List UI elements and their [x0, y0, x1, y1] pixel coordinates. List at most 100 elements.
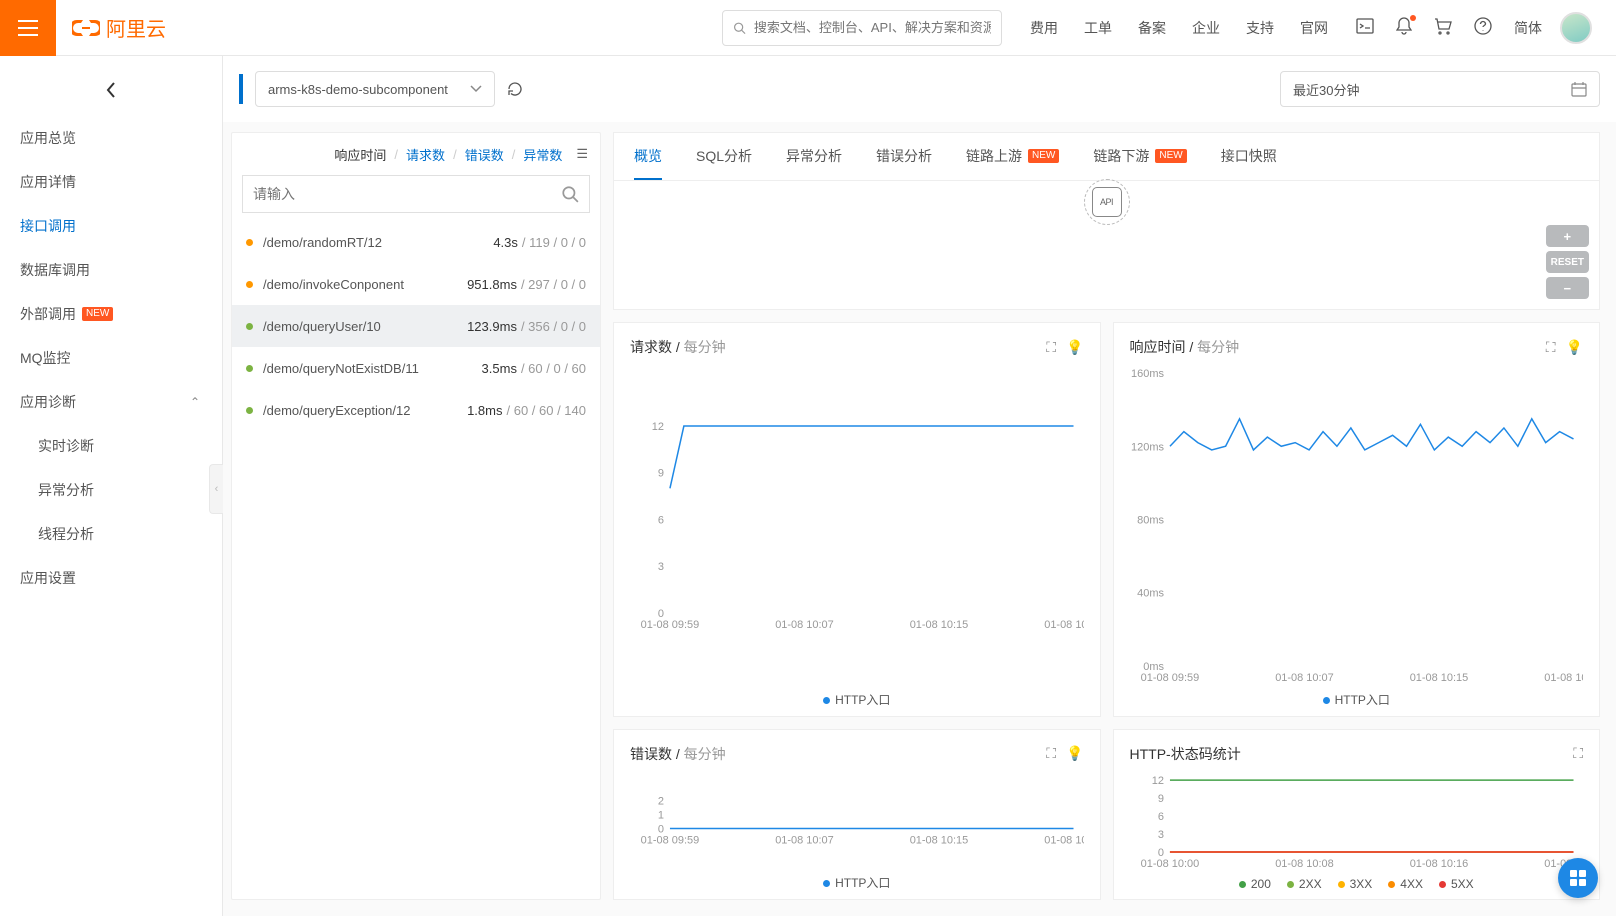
zoom-in-button[interactable]: + [1546, 225, 1589, 247]
sidebar-item[interactable]: 实时诊断 [0, 424, 222, 468]
detail-tabs-card: 概览SQL分析异常分析错误分析链路上游NEW链路下游NEW接口快照 API + … [613, 132, 1600, 310]
toolbar: arms-k8s-demo-subcomponent 最近30分钟 [223, 56, 1616, 122]
list-toggle-icon[interactable]: ☰ [576, 146, 588, 162]
sidebar-item[interactable]: 数据库调用 [0, 248, 222, 292]
toolbar-marker [239, 74, 243, 104]
refresh-icon[interactable] [507, 81, 523, 97]
detail-tab[interactable]: SQL分析 [696, 133, 752, 180]
sidebar: 应用总览应用详情接口调用数据库调用外部调用NEWMQ监控应用诊断⌃实时诊断异常分… [0, 56, 223, 916]
detail-tab[interactable]: 链路下游NEW [1093, 133, 1186, 180]
endpoint-row[interactable]: /demo/queryException/12 1.8ms / 60 / 60 … [232, 389, 600, 431]
link-support[interactable]: 支持 [1246, 18, 1274, 38]
sidebar-item[interactable]: 应用诊断⌃ [0, 380, 222, 424]
link-fee[interactable]: 费用 [1030, 18, 1058, 38]
calendar-icon [1571, 81, 1587, 97]
link-beian[interactable]: 备案 [1138, 18, 1166, 38]
brand-logo[interactable]: 阿里云 [72, 13, 166, 42]
svg-text:01-08 10:23: 01-08 10:23 [1044, 834, 1083, 846]
endpoint-row[interactable]: /demo/queryUser/10 123.9ms / 356 / 0 / 0 [232, 305, 600, 347]
detail-tab[interactable]: 链路上游NEW [966, 133, 1059, 180]
detail-panel: 概览SQL分析异常分析错误分析链路上游NEW链路下游NEW接口快照 API + … [613, 132, 1600, 900]
expand-icon[interactable]: ⛶ [1546, 339, 1556, 356]
global-search-input[interactable] [754, 20, 991, 35]
notification-dot [1410, 15, 1416, 21]
brand-text: 阿里云 [106, 13, 166, 42]
global-search[interactable] [722, 10, 1002, 46]
detail-tab[interactable]: 异常分析 [786, 133, 842, 180]
user-avatar[interactable] [1560, 12, 1592, 44]
svg-text:01-08 10:16: 01-08 10:16 [1409, 858, 1468, 870]
detail-tabs: 概览 SQL分析异常分析错误分析链路上游NEW 链路下游NEW 接口快照 [614, 133, 1599, 181]
bulb-icon[interactable]: 💡 [1066, 339, 1083, 356]
bulb-icon[interactable]: 💡 [1566, 339, 1583, 356]
sidebar-item[interactable]: 应用设置 [0, 556, 222, 600]
cart-icon[interactable] [1434, 17, 1452, 38]
sidebar-item[interactable]: 异常分析 [0, 468, 222, 512]
expand-icon[interactable]: ⛶ [1573, 745, 1583, 762]
sidebar-item[interactable]: 接口调用 [0, 204, 222, 248]
terminal-icon[interactable] [1356, 18, 1374, 37]
chart-title: 错误数 [630, 744, 672, 764]
sort-requests[interactable]: 请求数 [406, 145, 445, 164]
lang-switch[interactable]: 简体 [1514, 18, 1542, 38]
zoom-reset-button[interactable]: RESET [1546, 251, 1589, 273]
time-range-label: 最近30分钟 [1293, 80, 1359, 99]
sidebar-item[interactable]: 线程分析 [0, 512, 222, 556]
svg-text:40ms: 40ms [1137, 588, 1164, 600]
zoom-out-button[interactable]: − [1546, 277, 1589, 299]
svg-text:01-08 09:59: 01-08 09:59 [641, 834, 700, 846]
header-icons: 简体 [1356, 17, 1542, 38]
sidebar-item[interactable]: 应用总览 [0, 116, 222, 160]
endpoint-row[interactable]: /demo/queryNotExistDB/11 3.5ms / 60 / 0 … [232, 347, 600, 389]
endpoint-search-input[interactable] [253, 186, 561, 202]
detail-tab[interactable]: 接口快照 [1221, 133, 1277, 180]
top-bar: 阿里云 费用 工单 备案 企业 支持 官网 简体 [0, 0, 1616, 56]
detail-tab[interactable]: 概览 [634, 133, 662, 180]
sort-exceptions[interactable]: 异常数 [523, 145, 562, 164]
chart-subtitle: 每分钟 [684, 744, 726, 764]
sidebar-back[interactable] [0, 64, 222, 116]
endpoint-row[interactable]: /demo/invokeConponent 951.8ms / 297 / 0 … [232, 263, 600, 305]
expand-icon[interactable]: ⛶ [1046, 339, 1056, 356]
chart-title: HTTP-状态码统计 [1130, 744, 1241, 764]
sort-response-time[interactable]: 响应时间 [334, 145, 386, 164]
expand-icon[interactable]: ⛶ [1046, 745, 1056, 762]
svg-text:01-08 09:59: 01-08 09:59 [641, 619, 700, 631]
bulb-icon[interactable]: 💡 [1066, 745, 1083, 762]
hamburger-icon [18, 20, 38, 36]
status-dot [246, 281, 253, 288]
svg-text:01-08 10:15: 01-08 10:15 [1409, 672, 1468, 684]
time-range-selector[interactable]: 最近30分钟 [1280, 71, 1600, 107]
sidebar-item[interactable]: MQ监控 [0, 336, 222, 380]
help-icon[interactable] [1474, 17, 1492, 38]
fab-apps[interactable] [1558, 858, 1598, 898]
svg-text:01-08 10:07: 01-08 10:07 [1275, 672, 1334, 684]
chart-errors: 错误数 / 每分钟 ⛶💡 01201-08 09:5901-08 10:0701… [613, 729, 1101, 900]
sort-errors[interactable]: 错误数 [465, 145, 504, 164]
detail-tab[interactable]: 错误分析 [876, 133, 932, 180]
chart-title: 响应时间 [1130, 337, 1186, 357]
link-ticket[interactable]: 工单 [1084, 18, 1112, 38]
link-official[interactable]: 官网 [1300, 18, 1328, 38]
svg-text:12: 12 [652, 421, 664, 433]
menu-toggle[interactable] [0, 0, 56, 56]
bell-icon[interactable] [1396, 17, 1412, 38]
svg-text:9: 9 [658, 468, 664, 480]
topology-node[interactable]: API [1084, 179, 1130, 225]
endpoint-name: /demo/queryNotExistDB/11 [263, 361, 482, 376]
list-sort-tabs: 响应时间 / 请求数 / 错误数 / 异常数 ☰ [232, 133, 600, 175]
app-name: arms-k8s-demo-subcomponent [268, 82, 448, 97]
endpoint-search[interactable] [242, 175, 590, 213]
svg-text:120ms: 120ms [1131, 441, 1164, 453]
link-enterprise[interactable]: 企业 [1192, 18, 1220, 38]
svg-text:01-08 10:07: 01-08 10:07 [775, 619, 834, 631]
sidebar-collapse-tab[interactable]: ‹ [209, 464, 223, 514]
sidebar-item[interactable]: 外部调用NEW [0, 292, 222, 336]
endpoint-row[interactable]: /demo/randomRT/12 4.3s / 119 / 0 / 0 [232, 221, 600, 263]
svg-text:6: 6 [658, 514, 664, 526]
main-content: arms-k8s-demo-subcomponent 最近30分钟 响应时间 /… [223, 56, 1616, 916]
sidebar-item[interactable]: 应用详情 [0, 160, 222, 204]
svg-text:2: 2 [658, 795, 664, 807]
status-dot [246, 239, 253, 246]
app-selector[interactable]: arms-k8s-demo-subcomponent [255, 71, 495, 107]
